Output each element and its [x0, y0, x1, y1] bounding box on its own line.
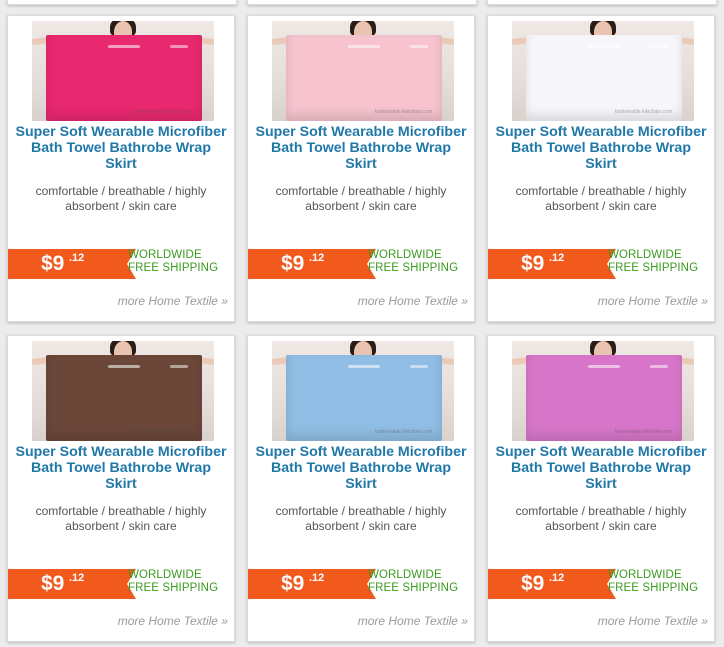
price-main: $9: [281, 252, 305, 275]
price-cents: .12: [69, 252, 85, 264]
product-card[interactable]: fashionable.kikichain.com Super Soft Wea…: [487, 15, 715, 322]
previous-card-edge: [7, 0, 237, 5]
price-badge: $9 .12: [248, 249, 376, 279]
price-badge: $9 .12: [248, 569, 376, 599]
photo-watermark: fashionable.kikichain.com: [375, 429, 432, 435]
product-description: comfortable / breathable / highly absorb…: [35, 184, 207, 213]
price-main: $9: [41, 572, 65, 595]
product-description: comfortable / breathable / highly absorb…: [275, 504, 447, 533]
shipping-label: WORLDWIDE FREE SHIPPING: [368, 249, 458, 274]
price-badge: $9 .12: [488, 249, 616, 279]
shipping-line-2: FREE SHIPPING: [128, 581, 219, 594]
more-category-link[interactable]: more Home Textile »: [598, 294, 708, 308]
photo-watermark: fashionable.kikichain.com: [615, 109, 672, 115]
price-badge: $9 .12: [8, 249, 136, 279]
more-category-link[interactable]: more Home Textile »: [118, 614, 228, 628]
price-cents: .12: [549, 572, 565, 584]
shipping-line-1: WORLDWIDE: [368, 249, 442, 261]
product-description: comfortable / breathable / highly absorb…: [35, 504, 207, 533]
photo-watermark: fashionable.kikichain.com: [135, 429, 192, 435]
shipping-line-1: WORLDWIDE: [608, 569, 682, 581]
shipping-line-2: FREE SHIPPING: [368, 581, 459, 594]
previous-card-edge: [247, 0, 477, 5]
product-image[interactable]: fashionable.kikichain.com: [32, 341, 214, 441]
price-badge: $9 .12: [488, 569, 616, 599]
product-title[interactable]: Super Soft Wearable Microfiber Bath Towe…: [254, 124, 468, 172]
shipping-line-2: FREE SHIPPING: [368, 261, 459, 274]
price-cents: .12: [549, 252, 565, 264]
product-description: comfortable / breathable / highly absorb…: [515, 504, 687, 533]
product-image[interactable]: fashionable.kikichain.com: [272, 341, 454, 441]
shipping-line-1: WORLDWIDE: [368, 569, 442, 581]
product-title[interactable]: Super Soft Wearable Microfiber Bath Towe…: [254, 444, 468, 492]
shipping-line-1: WORLDWIDE: [128, 569, 202, 581]
product-image[interactable]: fashionable.kikichain.com: [512, 341, 694, 441]
shipping-line-1: WORLDWIDE: [128, 249, 202, 261]
price-cents: .12: [309, 252, 325, 264]
photo-watermark: fashionable.kikichain.com: [135, 109, 192, 115]
product-image[interactable]: fashionable.kikichain.com: [512, 21, 694, 121]
product-title[interactable]: Super Soft Wearable Microfiber Bath Towe…: [494, 444, 708, 492]
more-category-link[interactable]: more Home Textile »: [358, 614, 468, 628]
product-description: comfortable / breathable / highly absorb…: [515, 184, 687, 213]
price-cents: .12: [309, 572, 325, 584]
product-title[interactable]: Super Soft Wearable Microfiber Bath Towe…: [14, 124, 228, 172]
product-card[interactable]: fashionable.kikichain.com Super Soft Wea…: [487, 335, 715, 642]
shipping-label: WORLDWIDE FREE SHIPPING: [608, 249, 698, 274]
shipping-line-2: FREE SHIPPING: [608, 581, 699, 594]
product-description: comfortable / breathable / highly absorb…: [275, 184, 447, 213]
product-image[interactable]: fashionable.kikichain.com: [272, 21, 454, 121]
price-main: $9: [521, 252, 545, 275]
more-category-link[interactable]: more Home Textile »: [118, 294, 228, 308]
shipping-line-2: FREE SHIPPING: [608, 261, 699, 274]
more-category-link[interactable]: more Home Textile »: [598, 614, 708, 628]
product-card[interactable]: fashionable.kikichain.com Super Soft Wea…: [247, 335, 475, 642]
price-main: $9: [521, 572, 545, 595]
photo-watermark: fashionable.kikichain.com: [375, 109, 432, 115]
product-card[interactable]: fashionable.kikichain.com Super Soft Wea…: [7, 15, 235, 322]
product-title[interactable]: Super Soft Wearable Microfiber Bath Towe…: [494, 124, 708, 172]
shipping-label: WORLDWIDE FREE SHIPPING: [128, 569, 218, 594]
shipping-label: WORLDWIDE FREE SHIPPING: [368, 569, 458, 594]
price-badge: $9 .12: [8, 569, 136, 599]
price-main: $9: [41, 252, 65, 275]
shipping-line-2: FREE SHIPPING: [128, 261, 219, 274]
more-category-link[interactable]: more Home Textile »: [358, 294, 468, 308]
product-image[interactable]: fashionable.kikichain.com: [32, 21, 214, 121]
shipping-label: WORLDWIDE FREE SHIPPING: [608, 569, 698, 594]
product-card[interactable]: fashionable.kikichain.com Super Soft Wea…: [7, 335, 235, 642]
shipping-label: WORLDWIDE FREE SHIPPING: [128, 249, 218, 274]
product-title[interactable]: Super Soft Wearable Microfiber Bath Towe…: [14, 444, 228, 492]
price-cents: .12: [69, 572, 85, 584]
photo-watermark: fashionable.kikichain.com: [615, 429, 672, 435]
previous-card-edge: [487, 0, 717, 5]
product-card[interactable]: fashionable.kikichain.com Super Soft Wea…: [247, 15, 475, 322]
price-main: $9: [281, 572, 305, 595]
shipping-line-1: WORLDWIDE: [608, 249, 682, 261]
